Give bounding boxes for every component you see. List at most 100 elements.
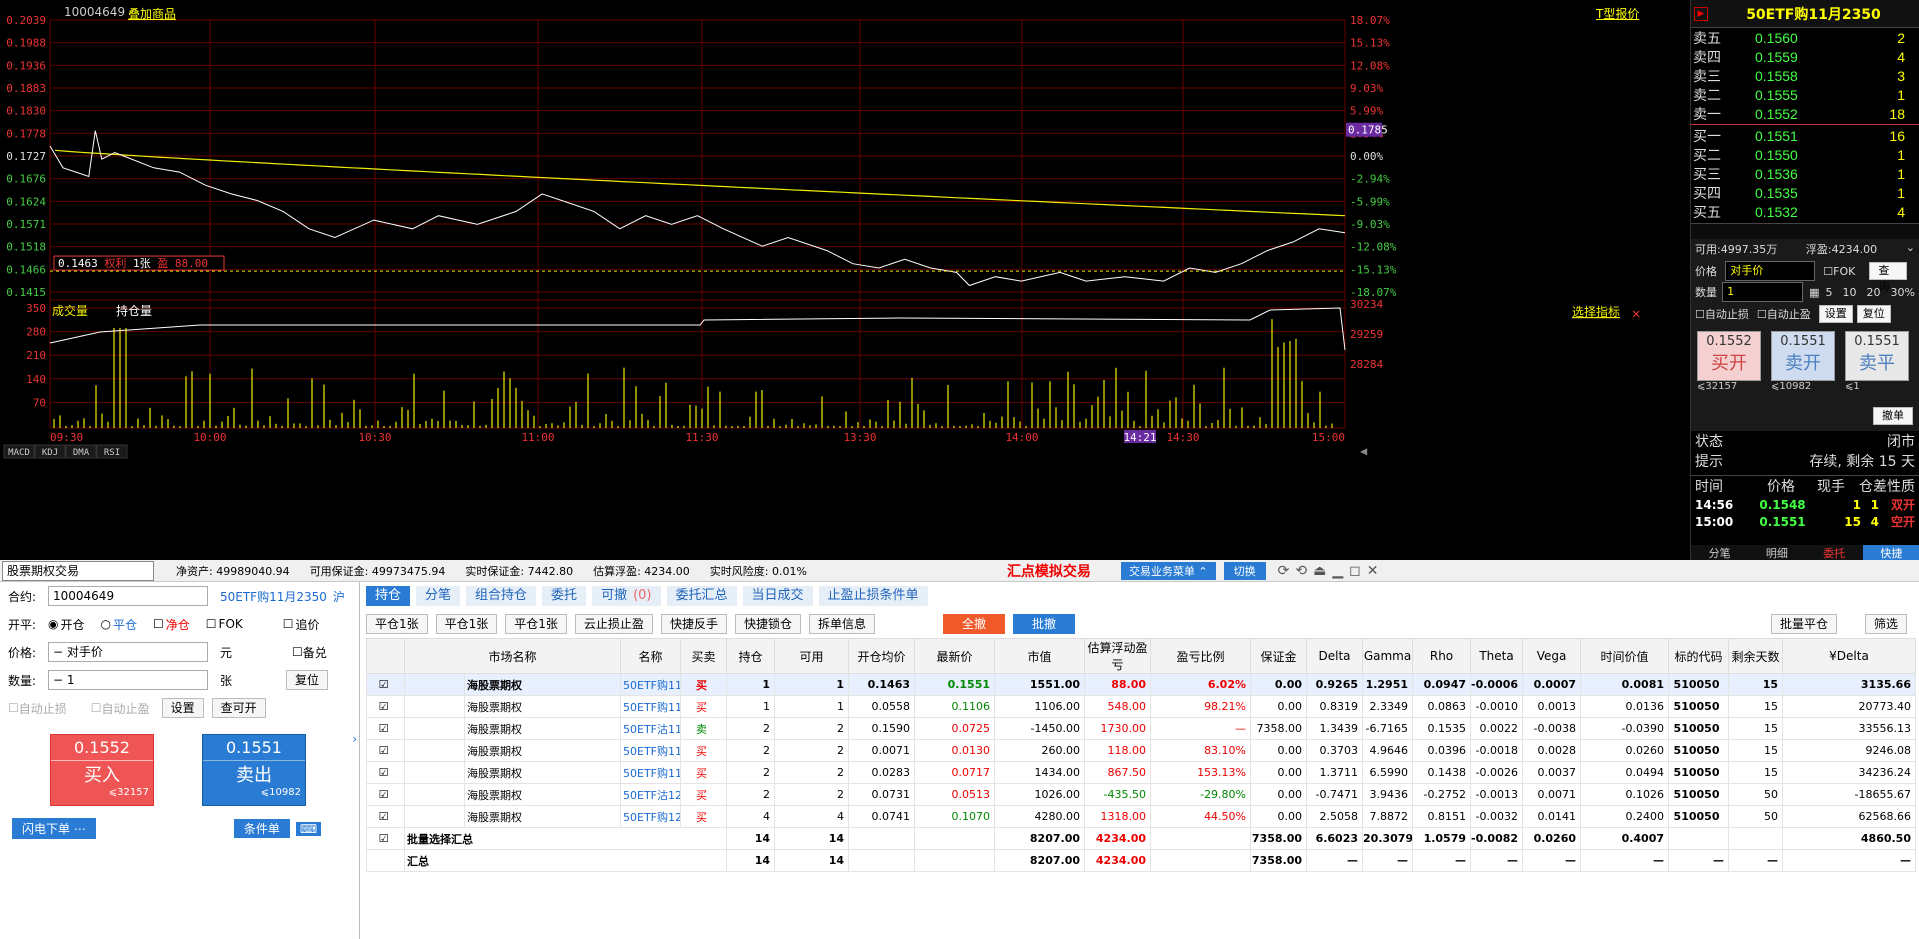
orderbook-foot-tab[interactable]: 委托 — [1806, 545, 1863, 560]
set-button-left[interactable]: 设置 — [161, 698, 204, 718]
table-header[interactable]: Gamma — [1362, 638, 1414, 674]
row-checkbox[interactable]: ☑ — [366, 717, 405, 740]
table-header[interactable]: 持仓 — [726, 638, 776, 674]
orderbook-row[interactable]: 买二 0.1550 1 — [1691, 145, 1919, 164]
action-button[interactable]: 批量平仓 — [1770, 614, 1837, 634]
tab[interactable]: 分笔 — [416, 586, 461, 606]
table-row[interactable]: ☑海股票期权50ETF沽11月2550卖220.15900.0725-1450.… — [366, 717, 1916, 740]
row-checkbox[interactable]: ☑ — [366, 783, 405, 806]
orderbook-foot-tab[interactable]: 分笔 — [1691, 545, 1748, 560]
row-checkbox[interactable]: ☑ — [366, 761, 405, 784]
kp-option-control[interactable]: ☐ — [283, 617, 294, 631]
table-header[interactable]: ¥Delta — [1782, 638, 1916, 674]
price-chart[interactable]: 0.2039 18.07% 0.1988 15.13% 0.1936 12.08% 0.18… — [0, 0, 1690, 560]
query-button[interactable]: 查询 — [1869, 262, 1907, 293]
action-button[interactable]: 快捷反手 — [660, 614, 727, 634]
chevron-right-icon[interactable]: › — [352, 732, 357, 746]
action-button[interactable]: 平仓1张 — [366, 614, 428, 634]
flash-order-button[interactable]: 闪电下单 ⋯ — [12, 818, 96, 839]
action-button[interactable]: 云止损止盈 — [574, 614, 653, 634]
indicator-select[interactable]: 选择指标 — [1572, 304, 1620, 319]
table-header[interactable]: 剩余天数 — [1728, 638, 1784, 674]
qty-input-left[interactable]: − 1 — [48, 670, 208, 690]
cond-order-button[interactable]: 条件单 — [233, 819, 290, 838]
sell-button[interactable]: 0.1551 卖出 ⩽10982 — [202, 734, 306, 806]
auto-stop-checkbox[interactable]: ☐ — [1695, 308, 1705, 321]
table-header[interactable]: 开仓均价 — [848, 638, 916, 674]
orderbook-foot-tab[interactable]: 快捷 — [1862, 545, 1919, 560]
quick-order-button[interactable]: 0.1552 买开 ⩽32157 — [1697, 331, 1761, 399]
auto-take-checkbox[interactable]: ☐ — [1757, 308, 1767, 321]
table-header[interactable]: 市场名称 — [403, 638, 622, 674]
price-input-left[interactable]: − 对手价 — [48, 642, 208, 662]
qty-input[interactable]: 1 — [1722, 282, 1804, 302]
trade-menu-button[interactable]: 交易业务菜单 ⌃ — [1120, 561, 1216, 580]
action-button[interactable]: 全撤 — [942, 614, 1005, 634]
table-header[interactable]: Rho — [1412, 638, 1472, 674]
switch-button[interactable]: 切换 — [1223, 561, 1266, 580]
set-button[interactable]: 设置 — [1818, 305, 1853, 323]
action-button[interactable]: 平仓1张 — [435, 614, 498, 634]
cancel-order-button[interactable]: 撤单 — [1873, 407, 1913, 425]
orderbook-row[interactable]: 买五 0.1532 4 — [1691, 202, 1919, 221]
table-header[interactable]: Vega — [1522, 638, 1582, 674]
quick-order-button[interactable]: 0.1551 卖平 ⩽1 — [1845, 331, 1909, 399]
play-icon[interactable]: ▶ — [1694, 6, 1708, 21]
row-checkbox[interactable]: ☑ — [366, 827, 405, 850]
kp-option-control[interactable]: ☐ — [153, 617, 164, 631]
table-header[interactable]: 市值 — [994, 638, 1086, 674]
contract-select[interactable]: 10004649 — [48, 586, 208, 606]
buy-button[interactable]: 0.1552 买入 ⩽32157 — [50, 734, 154, 806]
action-button[interactable]: 快捷锁仓 — [734, 614, 801, 634]
window-controls-icon[interactable]: ⟳⟲⏏▁◻✕ — [1278, 563, 1385, 579]
auto-stop-checkbox-left[interactable]: ☐ — [8, 701, 19, 715]
tab[interactable]: 止盈止损条件单 — [818, 586, 928, 606]
chevron-left-icon[interactable]: ◀ — [1360, 444, 1368, 458]
close-icon[interactable]: ✕ — [1632, 306, 1640, 322]
table-row[interactable]: ☑海股票期权50ETF购11月2600买220.00710.0130260.00… — [366, 739, 1916, 762]
kp-option-control[interactable]: ◉ — [48, 617, 58, 631]
qty-preset[interactable]: 20 — [1867, 286, 1881, 299]
account-type-select[interactable]: 股票期权交易 — [2, 560, 154, 581]
orderbook-row[interactable]: 买一 0.1551 16 — [1691, 126, 1919, 145]
table-header[interactable]: Delta — [1306, 638, 1364, 674]
table-header[interactable]: 最新价 — [914, 638, 996, 674]
table-header[interactable]: 估算浮动盈亏 — [1084, 638, 1152, 674]
qty-preset[interactable]: 5 — [1826, 286, 1833, 299]
reset-button-left[interactable]: 复位 — [286, 670, 329, 690]
qty-preset[interactable]: 30% — [1891, 286, 1915, 299]
kp-option-control[interactable]: ○ — [101, 617, 111, 631]
table-header[interactable]: 盈亏比例 — [1150, 638, 1252, 674]
table-header[interactable]: 买卖 — [680, 638, 728, 674]
tab[interactable]: 持仓 — [366, 586, 411, 606]
table-row[interactable]: ☑海股票期权50ETF购12月2450买440.07410.10704280.0… — [366, 805, 1916, 828]
tab[interactable]: 委托 — [542, 586, 587, 606]
table-row[interactable]: ☑海股票期权50ETF购11月2450买220.02830.07171434.0… — [366, 761, 1916, 784]
table-row[interactable]: ☑海股票期权50ETF沽12月2450买220.07310.05131026.0… — [366, 783, 1916, 806]
grid-icon[interactable]: ▦ — [1809, 286, 1819, 299]
orderbook-row[interactable]: 买三 0.1536 1 — [1691, 164, 1919, 183]
table-header[interactable]: 标的代码 — [1668, 638, 1730, 674]
orderbook-row[interactable]: 卖三 0.1558 3 — [1691, 66, 1919, 85]
cover-checkbox[interactable]: ☐ — [292, 645, 303, 659]
fok-checkbox[interactable]: ☐ — [1823, 265, 1833, 278]
orderbook-row[interactable]: 卖五 0.1560 2 — [1691, 28, 1919, 47]
query-open-button[interactable]: 查可开 — [211, 698, 266, 718]
orderbook-row[interactable]: 卖二 0.1555 1 — [1691, 85, 1919, 104]
tab[interactable]: 组合持仓 — [466, 586, 537, 606]
tab[interactable]: 当日成交 — [742, 586, 813, 606]
tab[interactable]: 委托汇总 — [666, 586, 737, 606]
table-row[interactable]: ☑海股票期权50ETF购11月2350买110.14630.15511551.0… — [366, 673, 1916, 696]
row-checkbox[interactable]: ☑ — [366, 739, 405, 762]
table-row[interactable]: ☑海股票期权50ETF购11月2400买110.05580.11061106.0… — [366, 695, 1916, 718]
table-header[interactable]: 时间价值 — [1580, 638, 1670, 674]
row-checkbox[interactable]: ☑ — [366, 695, 405, 718]
qty-preset[interactable]: 10 — [1843, 286, 1857, 299]
row-checkbox[interactable]: ☑ — [366, 805, 405, 828]
tab[interactable]: 可撤 (0) — [592, 586, 661, 606]
quick-order-button[interactable]: 0.1551 卖开 ⩽10982 — [1771, 331, 1835, 399]
action-button[interactable]: 拆单信息 — [808, 614, 875, 634]
chart-area[interactable]: 0.2039 18.07% 0.1988 15.13% 0.1936 12.08% 0.18… — [0, 0, 1690, 560]
orderbook-row[interactable]: 卖四 0.1559 4 — [1691, 47, 1919, 66]
table-header[interactable]: 名称 — [620, 638, 682, 674]
